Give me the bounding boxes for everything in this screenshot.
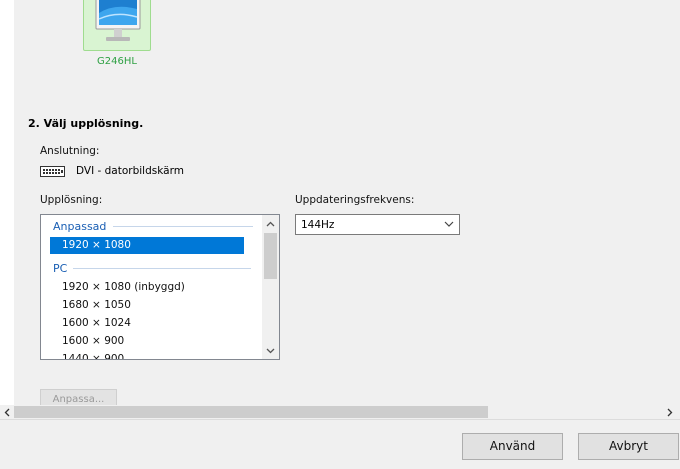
section-title: 2. Välj upplösning. [28,117,144,130]
connection-value: DVI - datorbildskärm [76,165,184,177]
scroll-down-icon[interactable] [262,342,279,359]
footer-bar: Använd Avbryt [0,419,680,469]
resolution-item[interactable]: 1600 × 900 [50,333,244,350]
resolution-item[interactable]: 1600 × 1024 [50,315,244,332]
refresh-rate-label: Uppdateringsfrekvens: [295,194,415,206]
resolution-item[interactable]: 1440 × 900 [50,351,244,359]
group-header-custom: Anpassad [53,219,107,233]
resolution-list-scrollbar[interactable] [262,215,279,359]
chevron-down-icon [444,221,454,227]
group-divider [73,268,251,269]
resolution-item-selected[interactable]: 1920 × 1080 [50,237,244,254]
apply-button[interactable]: Använd [462,433,563,460]
scroll-thumb[interactable] [264,233,277,279]
cancel-button[interactable]: Avbryt [578,433,679,460]
horizontal-scrollbar[interactable] [0,405,680,419]
horizontal-scroll-thumb[interactable] [14,406,488,418]
customize-button[interactable]: Anpassa... [40,389,117,405]
dvi-connector-icon [40,165,65,177]
refresh-rate-dropdown[interactable]: 144Hz [295,214,460,235]
resolution-list[interactable]: Anpassad 1920 × 1080 PC 1920 × 1080 (inb… [40,214,280,360]
monitor-tile[interactable] [83,0,151,51]
scroll-up-icon[interactable] [262,215,279,232]
connection-row: DVI - datorbildskärm [40,165,184,177]
group-header-pc: PC [53,261,68,275]
left-margin [0,0,14,405]
scroll-right-icon[interactable] [663,405,677,419]
monitor-icon [95,0,141,41]
resolution-item[interactable]: 1920 × 1080 (inbyggd) [50,279,244,296]
resolution-label: Upplösning: [40,194,103,206]
settings-panel: G246HL 2. Välj upplösning. Anslutning: D… [14,0,680,405]
monitor-name: G246HL [97,56,137,67]
connection-label: Anslutning: [40,145,100,157]
refresh-rate-value: 144Hz [301,218,335,231]
resolution-item[interactable]: 1680 × 1050 [50,297,244,314]
scroll-left-icon[interactable] [0,405,14,419]
group-divider [113,226,253,227]
